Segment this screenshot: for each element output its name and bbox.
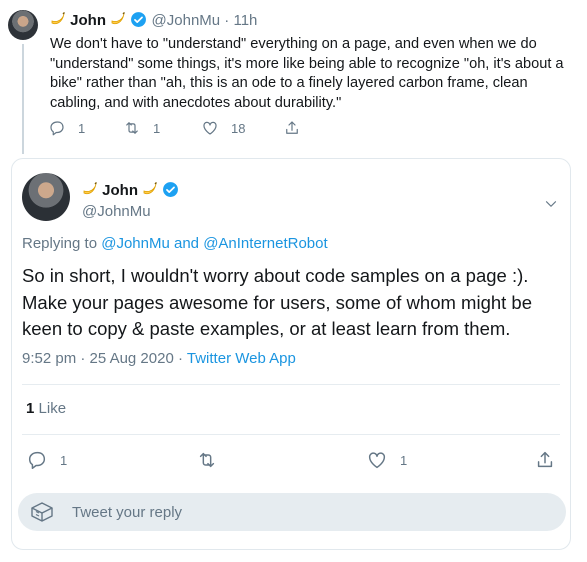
share-button[interactable] (283, 119, 301, 137)
parent-tweet[interactable]: John @JohnMu · 11h We don't have to "und… (0, 0, 587, 154)
reply-placeholder: Tweet your reply (72, 503, 183, 521)
reply-icon (50, 121, 64, 136)
display-name-row: John (82, 181, 179, 199)
banana-emoji-icon (142, 182, 162, 199)
reply-input[interactable]: Tweet your reply (18, 493, 566, 531)
separator-dot: · (80, 350, 86, 367)
tweet-date[interactable]: 25 Aug 2020 (90, 350, 174, 367)
chevron-down-icon[interactable] (542, 195, 560, 213)
like-button[interactable]: 1 (366, 449, 407, 471)
banana-emoji-icon (110, 12, 130, 29)
tweet-actions: 1 1 18 (48, 119, 301, 137)
separator-dot: · (224, 12, 230, 29)
avatar[interactable] (22, 173, 70, 221)
share-icon (286, 121, 298, 134)
display-name[interactable]: John (102, 182, 138, 199)
banana-emoji-icon (50, 12, 70, 29)
likes-summary[interactable]: 1 Like (26, 400, 66, 417)
like-button[interactable]: 18 (201, 119, 283, 137)
tweet-actions: 1 1 (26, 449, 556, 473)
verified-badge-icon (162, 182, 179, 199)
retweet-button[interactable]: 1 (123, 119, 201, 137)
reply-button[interactable]: 1 (26, 449, 67, 471)
heart-icon (368, 452, 386, 469)
tweet-timestamp[interactable]: 11h (233, 12, 257, 29)
display-name[interactable]: John (70, 12, 106, 29)
divider (22, 434, 560, 435)
share-icon (537, 451, 553, 468)
heart-icon (203, 121, 217, 135)
banana-emoji-icon (82, 182, 102, 199)
tweet-text: We don't have to "understand" everything… (50, 36, 564, 111)
likes-total: 1 (26, 400, 35, 417)
replying-to-label: Replying to (22, 235, 98, 252)
replying-and: and (173, 235, 200, 252)
retweet-icon (126, 122, 138, 134)
retweet-count: 1 (153, 120, 161, 136)
focal-tweet: John @JohnMu Replying to @JohnMu and @An… (11, 158, 571, 550)
thread-connector-line (22, 44, 24, 154)
tweet-meta: 9:52 pm · 25 Aug 2020 · Twitter Web App (22, 350, 296, 367)
reply-count: 1 (60, 452, 68, 468)
retweet-icon (199, 452, 215, 468)
reply-icon (28, 451, 46, 469)
gif-icon (31, 502, 53, 522)
likes-label: Like (38, 400, 67, 417)
source-link[interactable]: Twitter Web App (187, 350, 296, 367)
like-count: 18 (231, 120, 246, 136)
like-count: 1 (400, 452, 408, 468)
user-handle[interactable]: @JohnMu (152, 12, 221, 29)
retweet-button[interactable] (196, 449, 218, 471)
tweet-time[interactable]: 9:52 pm (22, 350, 76, 367)
verified-badge-icon (130, 12, 151, 29)
divider (22, 384, 560, 385)
parent-tweet-header: John @JohnMu · 11h (50, 11, 257, 31)
user-handle[interactable]: @JohnMu (82, 203, 151, 220)
share-button[interactable] (534, 449, 556, 471)
mention-link[interactable]: @JohnMu (101, 235, 170, 252)
avatar[interactable] (8, 10, 38, 40)
mention-link[interactable]: @AnInternetRobot (203, 235, 327, 252)
reply-button[interactable]: 1 (48, 119, 123, 137)
separator-dot: · (177, 350, 183, 367)
tweet-text: So in short, I wouldn't worry about code… (22, 265, 533, 339)
reply-count: 1 (78, 120, 86, 136)
replying-to: Replying to @JohnMu and @AnInternetRobot (22, 235, 328, 252)
